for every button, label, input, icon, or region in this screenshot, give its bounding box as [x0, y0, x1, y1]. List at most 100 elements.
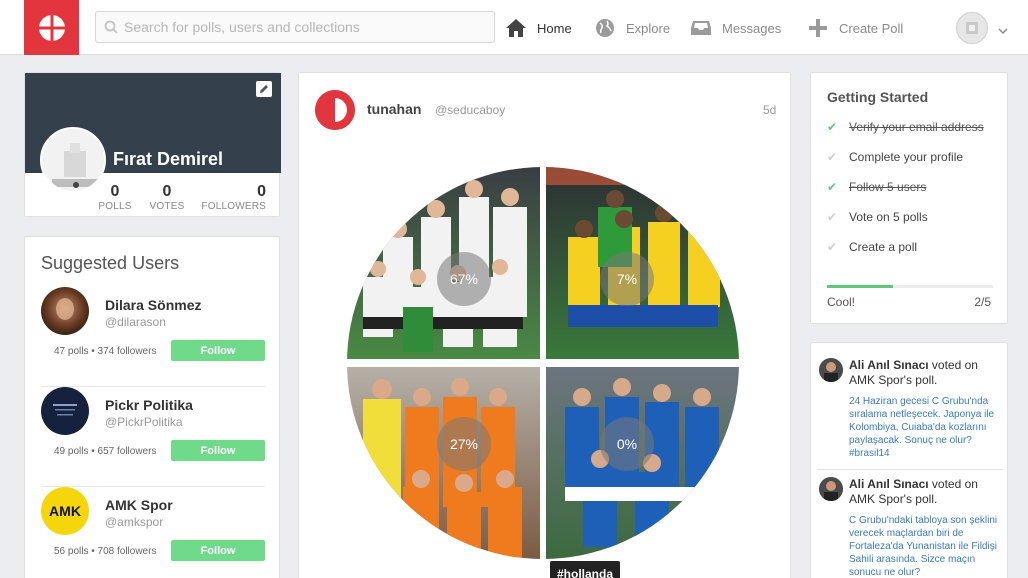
nav-messages-label: Messages: [722, 20, 782, 36]
profile-card: Fırat Demirel 0 POLLS 0 VOTES 0 FOLLOWER…: [24, 72, 281, 217]
chevron-down-icon[interactable]: [998, 22, 1008, 40]
poll-card: tunahan @seducaboy 5d 67% 7% 27% 0% #hol…: [298, 72, 791, 578]
avatar-icon: [966, 22, 978, 34]
suggested-user: Dilara Sönmez @dilarason 47 polls • 374 …: [41, 287, 265, 387]
home-icon: [505, 17, 527, 39]
follow-button[interactable]: Follow: [171, 440, 265, 461]
checklist-item[interactable]: ✔ Complete your profile: [827, 150, 963, 164]
hashtag-tooltip: #hollanda: [550, 561, 621, 578]
check-icon: ✔: [827, 120, 838, 134]
progress-fill: [827, 285, 894, 288]
poll-author-name[interactable]: tunahan: [367, 101, 421, 117]
poll-option-percentage: 27%: [437, 417, 491, 471]
avatar[interactable]: [819, 358, 843, 382]
checklist-item-label: Verify your email address: [849, 120, 984, 134]
activity-header: Ali Anıl Sınacı voted on AMK Spor's poll…: [849, 477, 1005, 507]
stat-votes[interactable]: 0 VOTES: [147, 183, 187, 212]
pencil-icon: [260, 85, 268, 93]
activity-header: Ali Anıl Sınacı voted on AMK Spor's poll…: [849, 358, 1005, 388]
avatar[interactable]: [41, 387, 89, 435]
poll-author-avatar[interactable]: [315, 90, 355, 130]
suggested-user-name[interactable]: AMK Spor: [105, 497, 173, 513]
progress-caption: Cool!: [827, 295, 856, 309]
checklist-item-label: Follow 5 users: [849, 180, 927, 194]
activity-item: Ali Anıl Sınacı voted on AMK Spor's poll…: [819, 358, 1003, 468]
poll-timestamp: 5d: [763, 103, 777, 117]
top-bar: Home Explore Messages Create Poll: [0, 0, 1028, 55]
activity-text[interactable]: C Grubu'ndaki tabloya son şeklini verece…: [849, 514, 1005, 578]
stat-votes-label: VOTES: [149, 201, 185, 212]
stat-followers-count: 0: [257, 183, 266, 200]
avatar[interactable]: [41, 287, 89, 335]
stat-followers-label: FOLLOWERS: [201, 201, 266, 212]
divider: [817, 469, 1003, 470]
activity-user[interactable]: Ali Anıl Sınacı: [849, 358, 929, 372]
suggested-user: Pickr Politika @PickrPolitika 49 polls •…: [41, 387, 265, 487]
amk-logo-text: AMK: [49, 503, 81, 519]
poll-option-percentage: 7%: [600, 252, 654, 306]
user-avatar-menu[interactable]: [956, 12, 988, 44]
profile-name[interactable]: Fırat Demirel: [113, 149, 223, 170]
stat-polls-label: POLLS: [98, 201, 132, 212]
check-icon: ✔: [827, 210, 838, 224]
suggested-user-handle[interactable]: @PickrPolitika: [105, 415, 183, 429]
check-icon: ✔: [827, 150, 838, 164]
suggested-user-handle[interactable]: @dilarason: [105, 315, 166, 329]
nav-home[interactable]: Home: [505, 14, 572, 42]
nav-create-poll-label: Create Poll: [839, 20, 904, 36]
logo[interactable]: [24, 0, 79, 55]
checklist-item-label: Vote on 5 polls: [849, 210, 928, 224]
avatar[interactable]: AMK: [41, 487, 89, 535]
edit-profile-button[interactable]: [256, 81, 272, 97]
stat-polls-count: 0: [110, 183, 120, 200]
suggested-user: AMK AMK Spor @amkspor 56 polls • 708 fol…: [41, 487, 265, 578]
follow-button[interactable]: Follow: [171, 540, 265, 561]
checklist-item[interactable]: ✔ Verify your email address: [827, 120, 984, 134]
stat-votes-count: 0: [162, 183, 172, 200]
checklist-item-label: Create a poll: [849, 240, 918, 254]
nav-create-poll[interactable]: Create Poll: [807, 14, 903, 42]
activity-item: Ali Anıl Sınacı voted on AMK Spor's poll…: [819, 477, 1003, 578]
poll-author-handle[interactable]: @seducaboy: [435, 103, 505, 117]
activity-user[interactable]: Ali Anıl Sınacı: [849, 477, 929, 491]
suggested-users-card: Suggested Users Dilara Sönmez @dilarason…: [24, 236, 280, 578]
check-icon: ✔: [827, 240, 838, 254]
follow-button[interactable]: Follow: [171, 340, 265, 361]
nav-messages[interactable]: Messages: [690, 14, 781, 42]
plus-icon: [807, 17, 829, 39]
logo-icon: [38, 14, 65, 41]
search-box[interactable]: [95, 11, 495, 43]
checklist-item[interactable]: ✔ Follow 5 users: [827, 180, 926, 194]
inbox-icon: [690, 17, 712, 39]
poll-options: 67% 7% 27% 0% #hollanda: [343, 167, 743, 578]
poll-option-percentage: 67%: [437, 252, 491, 306]
suggested-user-meta: 49 polls • 657 followers: [54, 446, 157, 457]
getting-started-title: Getting Started: [827, 89, 929, 105]
getting-started-card: Getting Started ✔ Verify your email addr…: [810, 72, 1008, 324]
checklist-item-label: Complete your profile: [849, 150, 964, 164]
suggested-users-title: Suggested Users: [41, 253, 180, 273]
poll-option-percentage: 0%: [600, 417, 654, 471]
suggested-user-meta: 47 polls • 374 followers: [54, 346, 157, 357]
stat-followers[interactable]: 0 FOLLOWERS: [200, 183, 266, 212]
poll-option-netherlands[interactable]: [343, 367, 540, 563]
checklist-item[interactable]: ✔ Vote on 5 polls: [827, 210, 928, 224]
progress-count: 2/5: [974, 295, 991, 309]
poll-option-italy[interactable]: [546, 367, 743, 563]
activity-feed-card: Ali Anıl Sınacı voted on AMK Spor's poll…: [810, 342, 1008, 578]
globe-icon: [594, 17, 616, 39]
avatar[interactable]: [819, 477, 843, 501]
nav-home-label: Home: [537, 20, 572, 36]
check-icon: ✔: [827, 180, 838, 194]
suggested-user-handle[interactable]: @amkspor: [105, 515, 163, 529]
suggested-user-name[interactable]: Dilara Sönmez: [105, 297, 201, 313]
progress-bar: [827, 285, 993, 288]
suggested-user-name[interactable]: Pickr Politika: [105, 397, 193, 413]
search-icon: [104, 20, 118, 34]
search-input[interactable]: [124, 19, 484, 35]
suggested-user-meta: 56 polls • 708 followers: [54, 546, 157, 557]
activity-text[interactable]: 24 Haziran gecesi C Grubu'nda sıralama n…: [849, 395, 1005, 460]
checklist-item[interactable]: ✔ Create a poll: [827, 240, 917, 254]
stat-polls[interactable]: 0 POLLS: [95, 183, 135, 212]
nav-explore[interactable]: Explore: [594, 14, 670, 42]
